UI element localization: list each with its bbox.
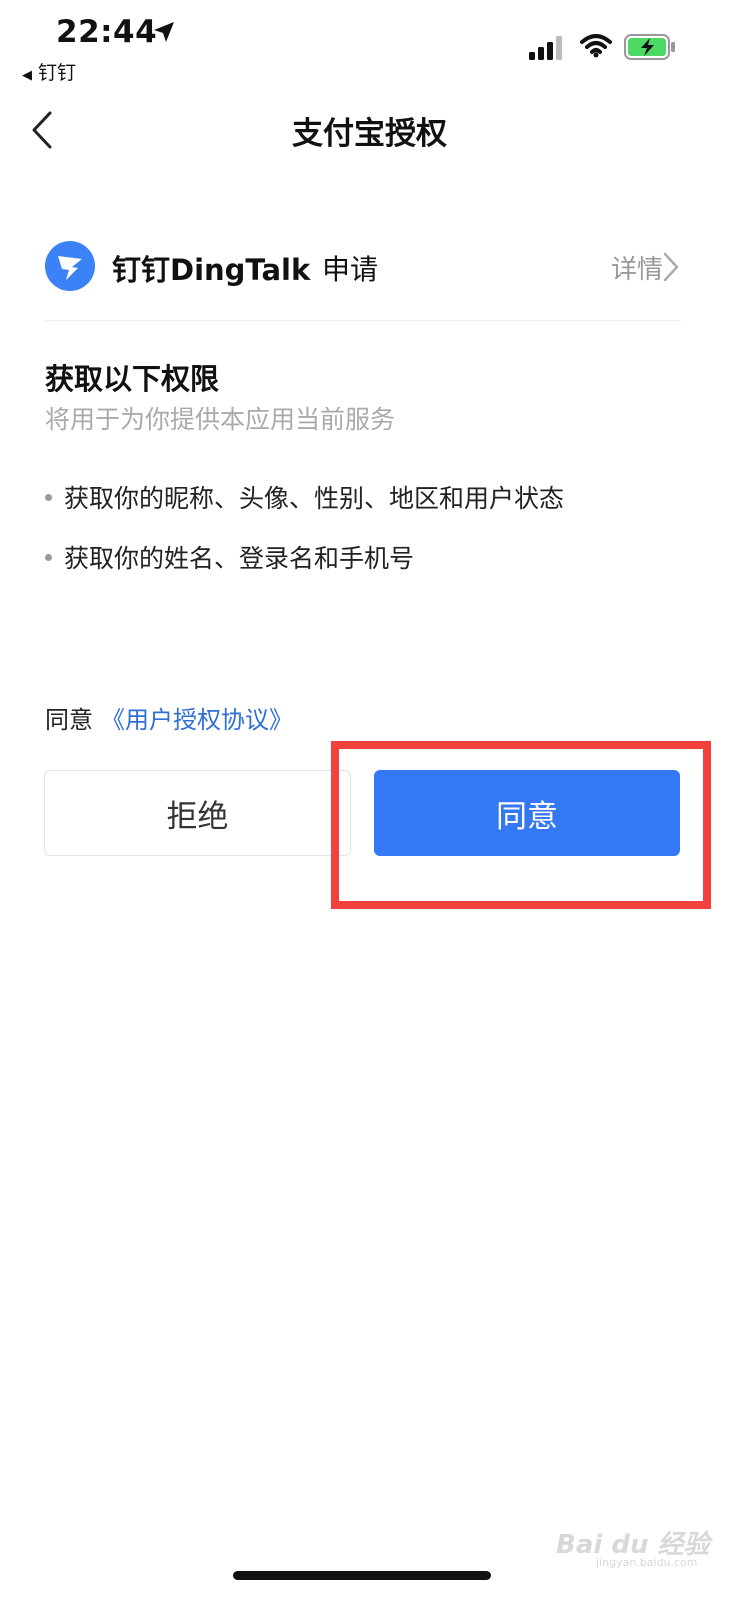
user-agreement-link[interactable]: 《用户授权协议》 bbox=[101, 706, 293, 734]
back-to-app-link[interactable]: ◀ 钉钉 bbox=[22, 58, 76, 85]
chevron-right-icon[interactable] bbox=[662, 252, 680, 286]
location-arrow-icon bbox=[152, 20, 176, 48]
refuse-button[interactable]: 拒绝 bbox=[44, 770, 351, 856]
bullet-dot bbox=[45, 553, 52, 561]
permission-item-text: 获取你的昵称、头像、性别、地区和用户状态 bbox=[64, 484, 565, 513]
auth-page: 22:44 ◀ 钉钉 支付宝授权 钉钉DingTalk 申请 详情 获取以下权限… bbox=[0, 0, 739, 1600]
bullet-dot bbox=[45, 493, 52, 501]
permission-item-text: 获取你的姓名、登录名和手机号 bbox=[64, 544, 415, 573]
agreement-prefix: 同意 bbox=[45, 706, 93, 734]
battery-charging-icon bbox=[624, 34, 676, 64]
home-indicator[interactable] bbox=[233, 1571, 491, 1580]
app-name: 钉钉DingTalk bbox=[112, 253, 311, 287]
watermark-sub: jingyan.baidu.com bbox=[596, 1556, 698, 1569]
permission-item: 获取你的姓名、登录名和手机号 bbox=[45, 539, 414, 575]
details-link[interactable]: 详情 bbox=[611, 249, 663, 286]
status-time: 22:44 bbox=[56, 14, 158, 50]
wifi-icon bbox=[580, 34, 612, 62]
permission-item: 获取你的昵称、头像、性别、地区和用户状态 bbox=[45, 479, 564, 515]
permissions-title: 获取以下权限 bbox=[45, 362, 220, 396]
back-triangle-icon: ◀ bbox=[22, 68, 32, 83]
apply-label: 申请 bbox=[322, 253, 379, 286]
highlight-annotation bbox=[331, 741, 711, 909]
permissions-subtitle: 将用于为你提供本应用当前服务 bbox=[45, 405, 396, 434]
page-title: 支付宝授权 bbox=[292, 116, 447, 152]
dingtalk-logo-icon bbox=[45, 241, 95, 291]
divider bbox=[45, 320, 681, 321]
agreement-line: 同意 《用户授权协议》 bbox=[45, 700, 293, 735]
back-app-label: 钉钉 bbox=[38, 62, 77, 84]
cellular-signal-icon bbox=[529, 36, 565, 64]
